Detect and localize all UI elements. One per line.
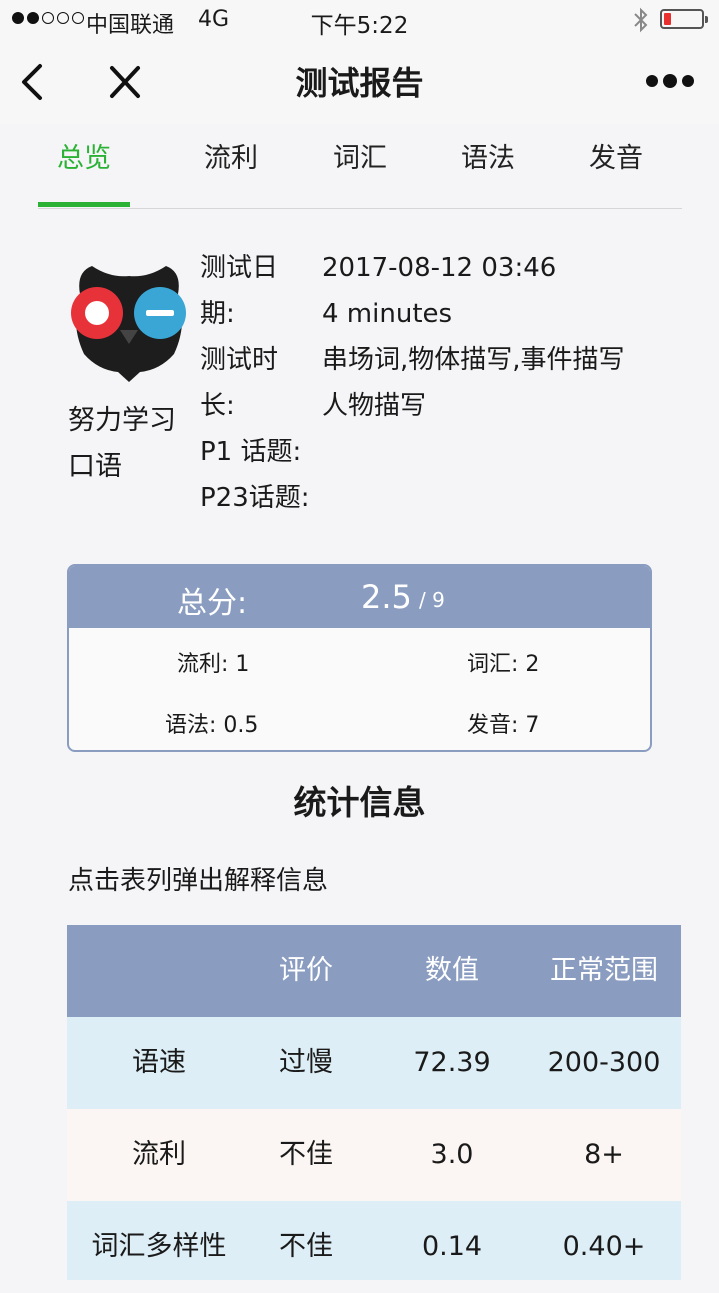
battery-icon — [660, 9, 708, 29]
owl-avatar — [71, 266, 186, 382]
table-cell-rating: 不佳 — [279, 1139, 333, 1170]
username-line1: 努力学习 — [68, 405, 176, 436]
table-row[interactable]: 语速 过慢 72.39 200-300 — [67, 1017, 681, 1109]
pronunciation-score: 发音: 7 — [467, 713, 540, 738]
table-cell-value: 0.14 — [421, 1231, 483, 1262]
table-cell-range: 200-300 — [547, 1047, 661, 1078]
page-title: 测试报告 — [295, 64, 424, 102]
table-cell-range: 8+ — [584, 1139, 624, 1170]
more-options-icon[interactable] — [644, 68, 696, 94]
tab-vocabulary[interactable]: 词汇 — [296, 124, 424, 208]
p23-topic-label: P23话题: — [200, 483, 310, 513]
table-header-metric — [67, 925, 251, 1017]
score-header: 总分: 2.5 / 9 — [69, 566, 650, 628]
test-date-value: 2017-08-12 03:46 — [322, 253, 557, 283]
grammar-score: 语法: 0.5 — [165, 713, 259, 738]
tab-active-indicator — [38, 202, 130, 207]
battery-level — [664, 13, 671, 25]
table-cell-metric: 语速 — [132, 1047, 186, 1078]
table-cell-value: 72.39 — [413, 1047, 491, 1078]
tab-pronunciation[interactable]: 发音 — [552, 124, 680, 208]
tab-bar: 总览 流利 词汇 语法 发音 — [38, 124, 682, 209]
table-header-range: 正常范围 — [550, 955, 658, 986]
p1-topic-value: 串场词,物体描写,事件描写 — [322, 345, 625, 375]
table-cell-value: 3.0 — [430, 1139, 474, 1170]
table-header-value: 数值 — [425, 955, 479, 986]
p23-topic-value: 人物描写 — [322, 391, 427, 421]
tab-overview[interactable]: 总览 — [38, 124, 130, 208]
test-duration-value: 4 minutes — [322, 299, 453, 329]
table-row[interactable]: 词汇多样性 不佳 0.14 0.40+ — [67, 1201, 681, 1280]
stats-hint: 点击表列弹出解释信息 — [68, 866, 329, 896]
table-cell-rating: 过慢 — [279, 1047, 333, 1078]
stats-section-title: 统计信息 — [293, 783, 426, 822]
total-score-max: / 9 — [419, 588, 445, 612]
table-row[interactable]: 流利 不佳 3.0 8+ — [67, 1109, 681, 1201]
table-cell-metric: 词汇多样性 — [91, 1231, 227, 1262]
username: 努力学习 口语 — [68, 398, 198, 490]
nav-bar: 测试报告 — [0, 40, 719, 124]
test-duration-label-2: 长: — [200, 391, 235, 421]
tab-grammar[interactable]: 语法 — [424, 124, 552, 208]
table-cell-rating: 不佳 — [279, 1231, 333, 1262]
tab-fluency[interactable]: 流利 — [167, 124, 295, 208]
fluency-score: 流利: 1 — [177, 652, 250, 677]
table-cell-metric: 流利 — [132, 1139, 186, 1170]
bluetooth-icon — [634, 7, 648, 33]
table-header-rating: 评价 — [279, 955, 333, 986]
vocabulary-score: 词汇: 2 — [467, 652, 540, 677]
total-score-value: 2.5 — [361, 578, 412, 616]
p1-topic-label: P1 话题: — [200, 437, 302, 467]
username-line2: 口语 — [68, 451, 122, 482]
total-score-label: 总分: — [177, 586, 248, 621]
status-bar: 中国联通 4G 下午5:22 — [0, 0, 719, 40]
test-date-label-1: 测试日 — [200, 253, 279, 283]
table-header-row: 评价 数值 正常范围 — [67, 925, 681, 1017]
test-date-label-2: 期: — [200, 299, 235, 329]
clock-time: 下午5:22 — [310, 13, 409, 39]
table-cell-range: 0.40+ — [562, 1231, 646, 1262]
score-card: 总分: 2.5 / 9 流利: 1 词汇: 2 语法: 0.5 发音: 7 — [67, 564, 652, 752]
test-duration-label-1: 测试时 — [200, 345, 279, 375]
